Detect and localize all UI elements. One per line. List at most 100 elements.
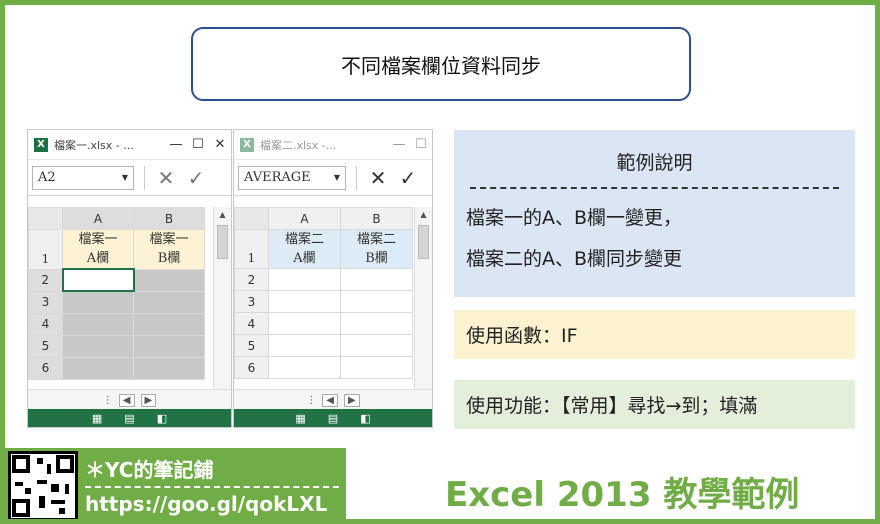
cell-b2[interactable] (133, 268, 205, 292)
cell-a3[interactable] (62, 290, 134, 314)
page-break-icon[interactable]: ◧ (360, 412, 370, 425)
description-line-2: 檔案二的A、B欄同步變更 (466, 248, 683, 270)
enter-icon[interactable]: ✓ (393, 166, 423, 190)
cell-text: 檔案一 (78, 232, 118, 247)
page-break-icon[interactable]: ◧ (157, 412, 167, 425)
page-layout-icon[interactable]: ▤ (328, 412, 338, 425)
enter-icon[interactable]: ✓ (181, 166, 211, 190)
minimize-icon[interactable]: — (388, 137, 410, 152)
select-all-corner[interactable] (234, 207, 269, 230)
window-titlebar: X 檔案一.xlsx - ... — ☐ ✕ (28, 130, 231, 160)
scroll-left-icon[interactable]: ◀ (118, 394, 135, 407)
column-header-b[interactable]: B (340, 207, 413, 230)
table-row: 4 (28, 312, 205, 336)
normal-view-icon[interactable]: ▦ (92, 412, 102, 425)
page-layout-icon[interactable]: ▤ (124, 412, 134, 425)
cell-a4[interactable] (62, 312, 134, 336)
normal-view-icon[interactable]: ▦ (295, 412, 305, 425)
cell-a6[interactable] (268, 356, 341, 379)
cell-b5[interactable] (133, 334, 205, 358)
horizontal-scrollbar[interactable]: ⋮ ◀ ▶ (28, 389, 231, 411)
cancel-icon[interactable]: ✕ (363, 166, 393, 190)
cell-a3[interactable] (268, 290, 341, 313)
horizontal-scrollbar[interactable]: ⋮ ◀ ▶ (234, 389, 432, 411)
row-header[interactable]: 3 (234, 290, 269, 313)
author-name: ＊YC的筆記鋪 (85, 458, 214, 482)
sheet-grid: A B 1 檔案一 A欄 檔案一 B欄 2 3 4 5 6 (28, 207, 231, 389)
select-all-corner[interactable] (28, 207, 63, 230)
scroll-right-icon[interactable]: ▶ (140, 394, 157, 407)
scroll-right-icon[interactable]: ▶ (344, 394, 360, 407)
maximize-icon[interactable]: ☐ (187, 137, 209, 152)
vertical-scrollbar[interactable]: ▲ (414, 207, 432, 389)
row-header[interactable]: 6 (28, 356, 63, 380)
status-bar: ▦ ▤ ◧ (28, 409, 231, 427)
cell-b3[interactable] (133, 290, 205, 314)
sheet-options-icon[interactable]: ⋮ (306, 395, 316, 406)
cell-b1[interactable]: 檔案一 B欄 (133, 229, 205, 270)
cell-a1[interactable]: 檔案一 A欄 (62, 229, 134, 270)
row-header[interactable]: 1 (28, 229, 63, 270)
cell-b6[interactable] (340, 356, 413, 379)
dashed-divider (470, 187, 839, 189)
author-url[interactable]: https://goo.gl/qokLXL (85, 492, 327, 516)
description-heading: 範例說明 (616, 152, 693, 174)
table-row: 2 (234, 268, 413, 291)
scroll-thumb[interactable] (217, 225, 228, 259)
cell-b5[interactable] (340, 334, 413, 357)
column-header-b[interactable]: B (133, 207, 205, 230)
table-row: 1 檔案二 A欄 檔案二 B欄 (234, 229, 413, 269)
name-box[interactable]: A2 ▼ (32, 165, 134, 190)
row-header[interactable]: 2 (234, 268, 269, 291)
chevron-down-icon[interactable]: ▼ (334, 173, 340, 182)
column-header-a[interactable]: A (268, 207, 341, 230)
cell-text: 檔案一 (149, 232, 189, 248)
cell-text: 檔案二 (284, 232, 324, 247)
window-title: 檔案一.xlsx - ... (54, 138, 134, 152)
row-header[interactable]: 4 (234, 312, 269, 335)
sheet-grid: A B 1 檔案二 A欄 檔案二 B欄 2 3 4 5 6 (234, 207, 432, 389)
cell-b2[interactable] (340, 268, 413, 291)
row-header[interactable]: 5 (234, 334, 269, 357)
cell-a1[interactable]: 檔案二 A欄 (268, 229, 341, 269)
brand-title: Excel 2013 教學範例 (445, 475, 800, 515)
vertical-scrollbar[interactable]: ▲ (213, 207, 231, 389)
row-header[interactable]: 2 (28, 268, 63, 292)
scroll-up-icon[interactable]: ▲ (214, 207, 231, 223)
status-bar: ▦ ▤ ◧ (234, 409, 432, 427)
scroll-up-icon[interactable]: ▲ (415, 207, 432, 223)
cell-a5[interactable] (268, 334, 341, 357)
cell-a5[interactable] (62, 334, 134, 358)
sheet-options-icon[interactable]: ⋮ (103, 395, 113, 406)
cell-b3[interactable] (340, 290, 413, 313)
column-header-row: A B (28, 207, 205, 230)
scroll-thumb[interactable] (418, 225, 429, 259)
page-frame: 不同檔案欄位資料同步 X 檔案一.xlsx - ... — ☐ ✕ A2 ▼ ✕… (0, 0, 880, 524)
cell-b1[interactable]: 檔案二 B欄 (340, 229, 413, 269)
chevron-down-icon[interactable]: ▼ (122, 173, 128, 182)
formula-buttons: ✕ ✓ (356, 165, 423, 190)
row-header[interactable]: 6 (234, 356, 269, 379)
cell-text: A欄 (293, 251, 316, 266)
cell-b6[interactable] (133, 356, 205, 380)
cell-a2-active[interactable] (61, 268, 135, 292)
row-header[interactable]: 3 (28, 290, 63, 314)
maximize-icon[interactable]: ☐ (410, 137, 432, 152)
row-header[interactable]: 4 (28, 312, 63, 336)
cell-b4[interactable] (340, 312, 413, 335)
row-header[interactable]: 1 (234, 229, 269, 269)
minimize-icon[interactable]: — (165, 137, 187, 152)
cell-a6[interactable] (62, 356, 134, 380)
cell-b4[interactable] (133, 312, 205, 336)
excel-icon: X (240, 137, 254, 152)
cell-a2[interactable] (268, 268, 341, 291)
cell-text: 檔案二 (356, 232, 396, 247)
name-box[interactable]: AVERAGE ▼ (238, 165, 346, 190)
table-row: 5 (234, 334, 413, 357)
cancel-icon[interactable]: ✕ (151, 166, 181, 190)
close-icon[interactable]: ✕ (209, 137, 231, 152)
column-header-a[interactable]: A (62, 207, 134, 230)
row-header[interactable]: 5 (28, 334, 63, 358)
scroll-left-icon[interactable]: ◀ (322, 394, 338, 407)
cell-a4[interactable] (268, 312, 341, 335)
